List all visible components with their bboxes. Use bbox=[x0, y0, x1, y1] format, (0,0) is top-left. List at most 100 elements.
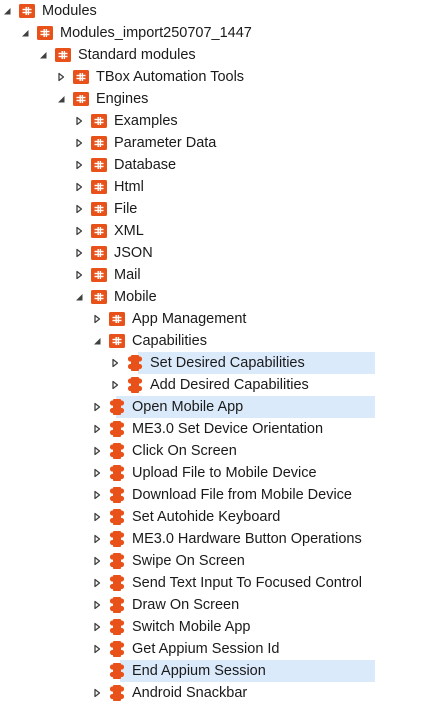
tree-node-modules[interactable]: Modules bbox=[0, 0, 445, 22]
tree-node-engines[interactable]: Engines bbox=[0, 88, 445, 110]
tree-node-click-on-screen[interactable]: Click On Screen bbox=[0, 440, 445, 462]
tree-node-swipe-on-screen[interactable]: Swipe On Screen bbox=[0, 550, 445, 572]
tree-node-label: Mail bbox=[114, 267, 141, 283]
collapse-arrow-icon[interactable] bbox=[74, 248, 84, 258]
collapse-arrow-icon[interactable] bbox=[92, 446, 102, 456]
collapse-arrow-icon[interactable] bbox=[92, 556, 102, 566]
tree-node-upload-file-to-mobile-device[interactable]: Upload File to Mobile Device bbox=[0, 462, 445, 484]
collapse-arrow-icon[interactable] bbox=[92, 534, 102, 544]
expand-arrow-icon[interactable] bbox=[74, 292, 84, 302]
tree-node-standard-modules[interactable]: Standard modules bbox=[0, 44, 445, 66]
folder-module-icon bbox=[108, 332, 126, 350]
tree-node-get-appium-session-id[interactable]: Get Appium Session Id bbox=[0, 638, 445, 660]
tree-node-label: Android Snackbar bbox=[132, 685, 248, 701]
collapse-arrow-icon[interactable] bbox=[92, 512, 102, 522]
folder-module-icon bbox=[90, 112, 108, 130]
tree-node-draw-on-screen[interactable]: Draw On Screen bbox=[0, 594, 445, 616]
tree-node-tbox-automation-tools[interactable]: TBox Automation Tools bbox=[0, 66, 445, 88]
tree-node-label: Standard modules bbox=[78, 47, 196, 63]
tree-node-add-desired-capabilities[interactable]: Add Desired Capabilities bbox=[0, 374, 445, 396]
folder-module-icon bbox=[90, 288, 108, 306]
tree-node-set-autohide-keyboard[interactable]: Set Autohide Keyboard bbox=[0, 506, 445, 528]
tree-node-label: Set Autohide Keyboard bbox=[132, 509, 281, 525]
module-tree: Modules Modules_import250707_1447 Standa… bbox=[0, 0, 445, 703]
collapse-arrow-icon[interactable] bbox=[92, 314, 102, 324]
expand-arrow-icon[interactable] bbox=[56, 94, 66, 104]
tree-node-label: Get Appium Session Id bbox=[132, 641, 280, 657]
folder-module-icon bbox=[72, 90, 90, 108]
expand-arrow-icon[interactable] bbox=[2, 6, 12, 16]
collapse-arrow-icon[interactable] bbox=[74, 226, 84, 236]
puzzle-module-icon bbox=[126, 354, 144, 372]
puzzle-module-icon bbox=[108, 420, 126, 438]
tree-node-label: Modules_import250707_1447 bbox=[60, 25, 252, 41]
tree-node-json[interactable]: JSON bbox=[0, 242, 445, 264]
collapse-arrow-icon[interactable] bbox=[92, 644, 102, 654]
puzzle-module-icon bbox=[108, 618, 126, 636]
collapse-arrow-icon[interactable] bbox=[92, 622, 102, 632]
expand-arrow-icon[interactable] bbox=[92, 336, 102, 346]
collapse-arrow-icon[interactable] bbox=[74, 138, 84, 148]
collapse-arrow-icon[interactable] bbox=[92, 402, 102, 412]
tree-node-label: Html bbox=[114, 179, 144, 195]
tree-node-database[interactable]: Database bbox=[0, 154, 445, 176]
tree-node-mail[interactable]: Mail bbox=[0, 264, 445, 286]
tree-node-file[interactable]: File bbox=[0, 198, 445, 220]
collapse-arrow-icon[interactable] bbox=[92, 578, 102, 588]
tree-node-html[interactable]: Html bbox=[0, 176, 445, 198]
tree-node-label: Click On Screen bbox=[132, 443, 237, 459]
tree-node-label: XML bbox=[114, 223, 144, 239]
tree-node-app-management[interactable]: App Management bbox=[0, 308, 445, 330]
tree-node-mobile[interactable]: Mobile bbox=[0, 286, 445, 308]
tree-node-capabilities[interactable]: Capabilities bbox=[0, 330, 445, 352]
puzzle-module-icon bbox=[108, 530, 126, 548]
collapse-arrow-icon[interactable] bbox=[56, 72, 66, 82]
tree-node-label: ME3.0 Hardware Button Operations bbox=[132, 531, 362, 547]
puzzle-module-icon bbox=[108, 552, 126, 570]
tree-node-label: Switch Mobile App bbox=[132, 619, 251, 635]
puzzle-module-icon bbox=[108, 442, 126, 460]
tree-node-label: End Appium Session bbox=[132, 663, 266, 679]
collapse-arrow-icon[interactable] bbox=[92, 490, 102, 500]
tree-node-label: File bbox=[114, 201, 138, 217]
puzzle-module-icon bbox=[108, 662, 126, 680]
tree-node-examples[interactable]: Examples bbox=[0, 110, 445, 132]
collapse-arrow-icon[interactable] bbox=[110, 380, 120, 390]
folder-module-icon bbox=[54, 46, 72, 64]
tree-node-open-mobile-app[interactable]: Open Mobile App bbox=[0, 396, 445, 418]
tree-node-set-desired-capabilities[interactable]: Set Desired Capabilities bbox=[0, 352, 445, 374]
tree-node-xml[interactable]: XML bbox=[0, 220, 445, 242]
collapse-arrow-icon[interactable] bbox=[92, 468, 102, 478]
tree-node-end-appium-session[interactable]: End Appium Session bbox=[0, 660, 445, 682]
collapse-arrow-icon[interactable] bbox=[74, 204, 84, 214]
puzzle-module-icon bbox=[108, 640, 126, 658]
tree-node-modules-import[interactable]: Modules_import250707_1447 bbox=[0, 22, 445, 44]
tree-node-me3-set-device-orientation[interactable]: ME3.0 Set Device Orientation bbox=[0, 418, 445, 440]
tree-node-parameter-data[interactable]: Parameter Data bbox=[0, 132, 445, 154]
collapse-arrow-icon[interactable] bbox=[74, 160, 84, 170]
puzzle-module-icon bbox=[108, 508, 126, 526]
tree-node-label: Open Mobile App bbox=[132, 399, 244, 415]
tree-node-label: Parameter Data bbox=[114, 135, 217, 151]
folder-module-icon bbox=[90, 134, 108, 152]
tree-node-download-file-from-mobile-device[interactable]: Download File from Mobile Device bbox=[0, 484, 445, 506]
tree-node-send-text-input-to-focused-control[interactable]: Send Text Input To Focused Control bbox=[0, 572, 445, 594]
puzzle-module-icon bbox=[108, 574, 126, 592]
folder-module-icon bbox=[90, 178, 108, 196]
tree-node-switch-mobile-app[interactable]: Switch Mobile App bbox=[0, 616, 445, 638]
collapse-arrow-icon[interactable] bbox=[74, 270, 84, 280]
collapse-arrow-icon[interactable] bbox=[92, 688, 102, 698]
collapse-arrow-icon[interactable] bbox=[92, 424, 102, 434]
expand-arrow-icon[interactable] bbox=[38, 50, 48, 60]
tree-node-android-snackbar[interactable]: Android Snackbar bbox=[0, 682, 445, 704]
collapse-arrow-icon[interactable] bbox=[74, 116, 84, 126]
folder-module-icon bbox=[108, 310, 126, 328]
puzzle-module-icon bbox=[108, 596, 126, 614]
tree-node-label: TBox Automation Tools bbox=[96, 69, 245, 85]
collapse-arrow-icon[interactable] bbox=[110, 358, 120, 368]
collapse-arrow-icon[interactable] bbox=[74, 182, 84, 192]
collapse-arrow-icon[interactable] bbox=[92, 600, 102, 610]
tree-node-label: Examples bbox=[114, 113, 178, 129]
expand-arrow-icon[interactable] bbox=[20, 28, 30, 38]
tree-node-me3-hardware-button-operations[interactable]: ME3.0 Hardware Button Operations bbox=[0, 528, 445, 550]
